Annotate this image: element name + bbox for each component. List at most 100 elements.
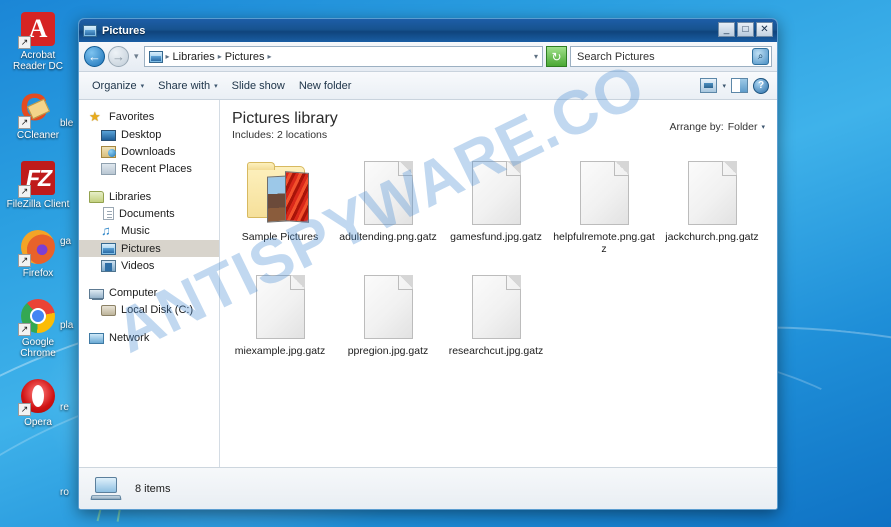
sidebar-item-libraries[interactable]: Libraries: [79, 188, 219, 205]
nav-group-favorites: ★ Favorites Desktop Downloads Recent Pla…: [79, 108, 219, 177]
file-name: ppregion.jpg.gatz: [347, 345, 429, 357]
nav-group-libraries: Libraries Documents ♫ Music Pictures Vid…: [79, 188, 219, 274]
generic-file-icon: [255, 269, 305, 345]
new-folder-label: New folder: [298, 79, 352, 92]
file-name: Sample Pictures: [241, 231, 319, 243]
recent-places-icon: [101, 163, 116, 175]
sidebar-item-pictures[interactable]: Pictures: [79, 240, 219, 257]
file-item[interactable]: adultending.png.gatz: [334, 155, 442, 255]
navigation-bar: ← → ▾ ▸ Libraries ▸ Pictures ▸ ▾ ↻ Searc…: [79, 42, 777, 72]
sidebar-item-videos[interactable]: Videos: [79, 257, 219, 274]
breadcrumb-separator[interactable]: ▸: [218, 52, 222, 61]
local-disk-icon: [101, 305, 116, 316]
minimize-button[interactable]: _: [718, 22, 735, 37]
arrange-by-control[interactable]: Arrange by: Folder ▾: [669, 109, 765, 133]
breadcrumb-separator[interactable]: ▸: [268, 52, 272, 61]
sidebar-item-network[interactable]: Network: [79, 329, 219, 346]
file-name: gamesfund.jpg.gatz: [450, 231, 542, 243]
sidebar-item-local-disk[interactable]: Local Disk (C:): [79, 301, 219, 318]
window-body: ★ Favorites Desktop Downloads Recent Pla…: [79, 100, 777, 467]
chevron-down-icon: ▾: [214, 82, 218, 90]
organize-button[interactable]: Organize ▾: [85, 77, 151, 95]
library-header: Pictures library Includes: 2 locations A…: [220, 100, 777, 147]
address-bar[interactable]: ▸ Libraries ▸ Pictures ▸ ▾: [143, 46, 543, 67]
desktop-icon-label: Firefox: [22, 268, 54, 279]
arrange-by-value: Folder: [727, 121, 758, 133]
sidebar-item-documents[interactable]: Documents: [79, 205, 219, 222]
sidebar-label: Downloads: [121, 145, 176, 158]
file-item[interactable]: researchcut.jpg.gatz: [442, 269, 550, 357]
preview-pane-icon[interactable]: [731, 78, 748, 93]
new-folder-button[interactable]: New folder: [292, 77, 359, 95]
desktop-icon-label: Google Chrome: [20, 337, 56, 359]
search-input[interactable]: Search Pictures ⌕: [570, 46, 772, 67]
change-view-icon[interactable]: [700, 78, 718, 93]
libraries-icon: [89, 191, 104, 203]
chevron-down-icon[interactable]: ▾: [722, 82, 726, 90]
sidebar-label: Music: [121, 225, 150, 237]
file-grid: Sample Pictures adultending.png.gatz gam…: [220, 147, 777, 467]
desktop-icon-label: Acrobat Reader DC: [12, 50, 64, 72]
sidebar-item-recent-places[interactable]: Recent Places: [79, 160, 219, 177]
explorer-window: Pictures _ □ ✕ ← → ▾ ▸ Libraries ▸ Pictu…: [78, 18, 778, 510]
page-title: Pictures library: [232, 110, 338, 127]
sidebar-item-favorites[interactable]: ★ Favorites: [79, 108, 219, 126]
opera-icon: ↗: [18, 377, 57, 416]
desktop-icon-column: A ↗ Acrobat Reader DC ↗ CCleaner FZ ↗ Fi…: [6, 10, 70, 446]
star-icon: ★: [89, 109, 101, 124]
sidebar-item-computer[interactable]: Computer: [79, 285, 219, 301]
documents-icon: [103, 207, 114, 220]
close-button[interactable]: ✕: [756, 22, 773, 37]
address-dropdown-icon[interactable]: ▾: [534, 52, 538, 61]
shortcut-arrow-icon: ↗: [18, 254, 31, 267]
title-bar[interactable]: Pictures _ □ ✕: [79, 19, 777, 42]
desktop-icon-label: FileZilla Client: [6, 199, 70, 210]
breadcrumb-pictures[interactable]: Pictures: [225, 51, 265, 63]
shortcut-arrow-icon: ↗: [18, 36, 31, 49]
file-item[interactable]: ppregion.jpg.gatz: [334, 269, 442, 357]
pictures-folder-icon: [83, 24, 97, 37]
generic-file-icon: [471, 155, 521, 231]
desktop-icon-acrobat-reader[interactable]: A ↗ Acrobat Reader DC: [6, 10, 70, 72]
forward-button[interactable]: →: [108, 46, 129, 67]
item-count-status: 8 items: [135, 482, 171, 495]
sidebar-item-music[interactable]: ♫ Music: [79, 222, 219, 240]
status-bar: 8 items: [79, 467, 777, 509]
desktop-icon-ccleaner[interactable]: ↗ CCleaner: [6, 87, 70, 141]
content-pane: Pictures library Includes: 2 locations A…: [220, 100, 777, 467]
search-icon[interactable]: ⌕: [752, 48, 769, 65]
sidebar-label: Network: [109, 331, 150, 344]
library-header-text: Pictures library Includes: 2 locations: [232, 109, 338, 141]
breadcrumb-libraries[interactable]: Libraries: [173, 51, 215, 63]
generic-file-icon: [579, 155, 629, 231]
generic-file-icon: [363, 155, 413, 231]
recent-pages-dropdown[interactable]: ▾: [132, 51, 141, 62]
refresh-button[interactable]: ↻: [546, 46, 567, 67]
file-item[interactable]: jackchurch.png.gatz: [658, 155, 766, 255]
file-name: researchcut.jpg.gatz: [448, 345, 544, 357]
file-item[interactable]: helpfulremote.png.gatz: [550, 155, 658, 255]
file-item[interactable]: gamesfund.jpg.gatz: [442, 155, 550, 255]
file-name: adultending.png.gatz: [339, 231, 437, 243]
desktop-icon-filezilla[interactable]: FZ ↗ FileZilla Client: [6, 159, 70, 210]
share-with-label: Share with: [158, 79, 211, 92]
shortcut-arrow-icon: ↗: [18, 116, 31, 129]
share-with-button[interactable]: Share with ▾: [151, 77, 225, 95]
breadcrumb-separator[interactable]: ▸: [166, 52, 170, 61]
nav-group-computer: Computer Local Disk (C:): [79, 285, 219, 318]
slide-show-button[interactable]: Slide show: [225, 77, 292, 95]
maximize-button[interactable]: □: [737, 22, 754, 37]
sidebar-label: Desktop: [121, 128, 162, 141]
file-item[interactable]: miexample.jpg.gatz: [226, 269, 334, 357]
sidebar-item-desktop[interactable]: Desktop: [79, 126, 219, 143]
sidebar-item-downloads[interactable]: Downloads: [79, 143, 219, 160]
window-controls: _ □ ✕: [718, 22, 773, 37]
help-icon[interactable]: ?: [753, 77, 769, 94]
sidebar-label: Favorites: [109, 111, 155, 123]
back-button[interactable]: ←: [84, 46, 105, 67]
desktop-partial-label-2: ga: [60, 236, 72, 247]
toolbar-right-group: ▾ ?: [700, 77, 771, 94]
network-icon: [89, 333, 104, 344]
file-item[interactable]: Sample Pictures: [226, 155, 334, 255]
navigation-pane: ★ Favorites Desktop Downloads Recent Pla…: [79, 100, 220, 467]
